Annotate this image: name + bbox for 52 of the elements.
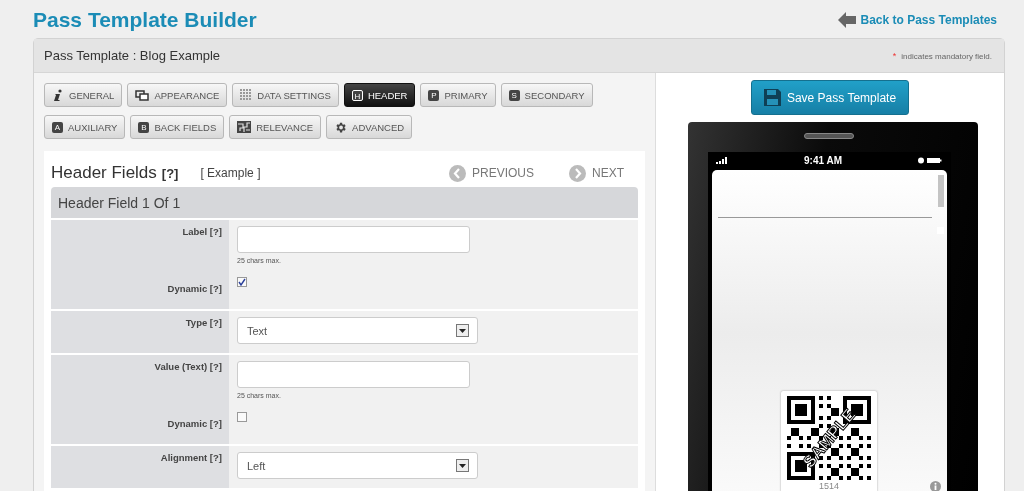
letter-badge: P [428,89,440,101]
text-input[interactable] [237,361,470,388]
windows-icon [135,89,150,101]
barcode-number: 1514 [819,481,839,491]
dropdown-icon [456,459,469,472]
tab[interactable]: B BACK FIELDS [130,115,225,139]
next-button[interactable]: NEXT [569,164,624,182]
info-icon [929,481,941,491]
previous-button[interactable]: PREVIOUS [448,164,534,182]
letter-badge: A [52,121,63,133]
tab[interactable]: APPEARANCE [127,83,228,107]
tab[interactable]: GENERAL [44,83,123,107]
status-time: 9:41 AM [804,154,842,166]
example-link[interactable]: [ Example ] [200,166,261,180]
panel-title: Pass Template : Blog Example [44,48,221,63]
tab[interactable]: ADVANCED [326,115,413,139]
section-title: Header Fields [51,163,157,183]
dropdown-icon [456,324,469,337]
select-field[interactable]: Left [237,452,478,479]
field-label: Dynamic [?] [167,418,222,431]
tab[interactable]: DATA SETTINGS [232,83,339,107]
grid-icon [240,89,253,101]
help-link[interactable]: [?] [161,165,179,181]
phone-speaker-icon [804,133,854,139]
letter-badge: B [138,121,150,133]
battery-icon [918,156,943,164]
text-input[interactable] [237,226,470,253]
letter-badge: S [508,89,520,101]
gear-icon [334,120,348,134]
signal-icon [715,156,728,164]
checkbox[interactable] [237,277,247,287]
field-label: Alignment [?] [160,452,222,465]
tab[interactable]: S SECONDARY [500,83,593,107]
field-label: Dynamic [?] [167,283,222,296]
tab[interactable]: H HEADER [343,83,416,107]
info-icon [52,89,64,101]
select-field[interactable]: Text [237,317,478,344]
letter-badge: H [351,89,363,101]
checkbox[interactable] [237,412,247,422]
tab[interactable]: A AUXILIARY [44,115,126,139]
subsection-header: Header Field 1 Of 1 [51,187,638,218]
field-label: Value (Text) [?] [154,361,222,374]
field-label: Label [?] [182,226,222,239]
mandatory-note: * indicates mandatory field. [892,50,992,61]
tab[interactable]: P PRIMARY [420,83,496,107]
save-button[interactable]: Save Pass Template [750,80,910,115]
page-title: Pass Template Builder [33,8,257,32]
back-arrow-icon [838,12,857,28]
tab[interactable]: RELEVANCE [229,115,322,139]
check-icon [238,278,246,286]
map-icon [237,121,252,133]
field-label: Type [?] [185,317,222,330]
